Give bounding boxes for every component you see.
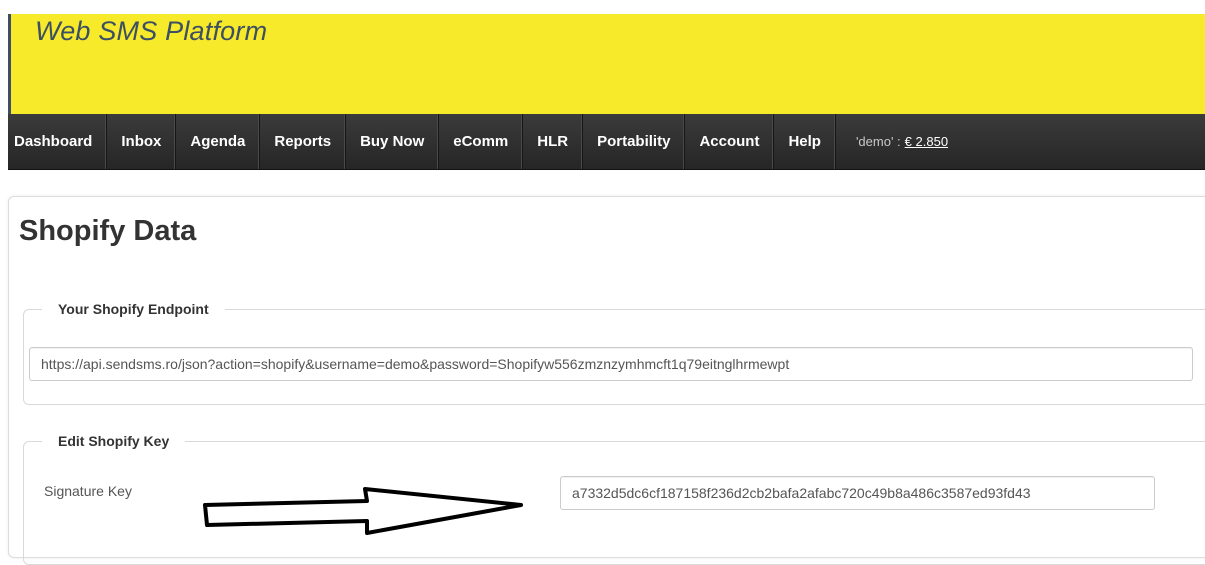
endpoint-url-input[interactable] [29,347,1193,381]
balance-user-label: 'demo' : [855,134,901,149]
nav-dashboard[interactable]: Dashboard [8,114,108,169]
nav-account[interactable]: Account [685,114,775,169]
nav-portability[interactable]: Portability [583,114,686,169]
header-banner: Web SMS Platform [8,14,1205,114]
signature-key-label: Signature Key [44,483,132,499]
page-title: Shopify Data [19,215,197,247]
nav-agenda[interactable]: Agenda [176,114,261,169]
nav-ecomm[interactable]: eComm [439,114,524,169]
nav-reports[interactable]: Reports [260,114,347,169]
nav-buy-now[interactable]: Buy Now [346,114,440,169]
arrow-right-icon [203,487,523,535]
signature-key-input[interactable] [560,476,1155,510]
balance-amount-link[interactable]: € 2.850 [905,134,948,149]
shopify-data-panel: Shopify Data Your Shopify Endpoint Edit … [8,196,1205,565]
account-balance: 'demo' : € 2.850 [836,114,948,169]
nav-help[interactable]: Help [774,114,836,169]
nav-inbox[interactable]: Inbox [107,114,177,169]
app-title: Web SMS Platform [35,16,268,46]
endpoint-legend: Your Shopify Endpoint [58,301,209,317]
shopify-key-legend: Edit Shopify Key [58,433,170,449]
nav-hlr[interactable]: HLR [523,114,584,169]
main-navbar: Dashboard Inbox Agenda Reports Buy Now e… [8,114,1205,170]
